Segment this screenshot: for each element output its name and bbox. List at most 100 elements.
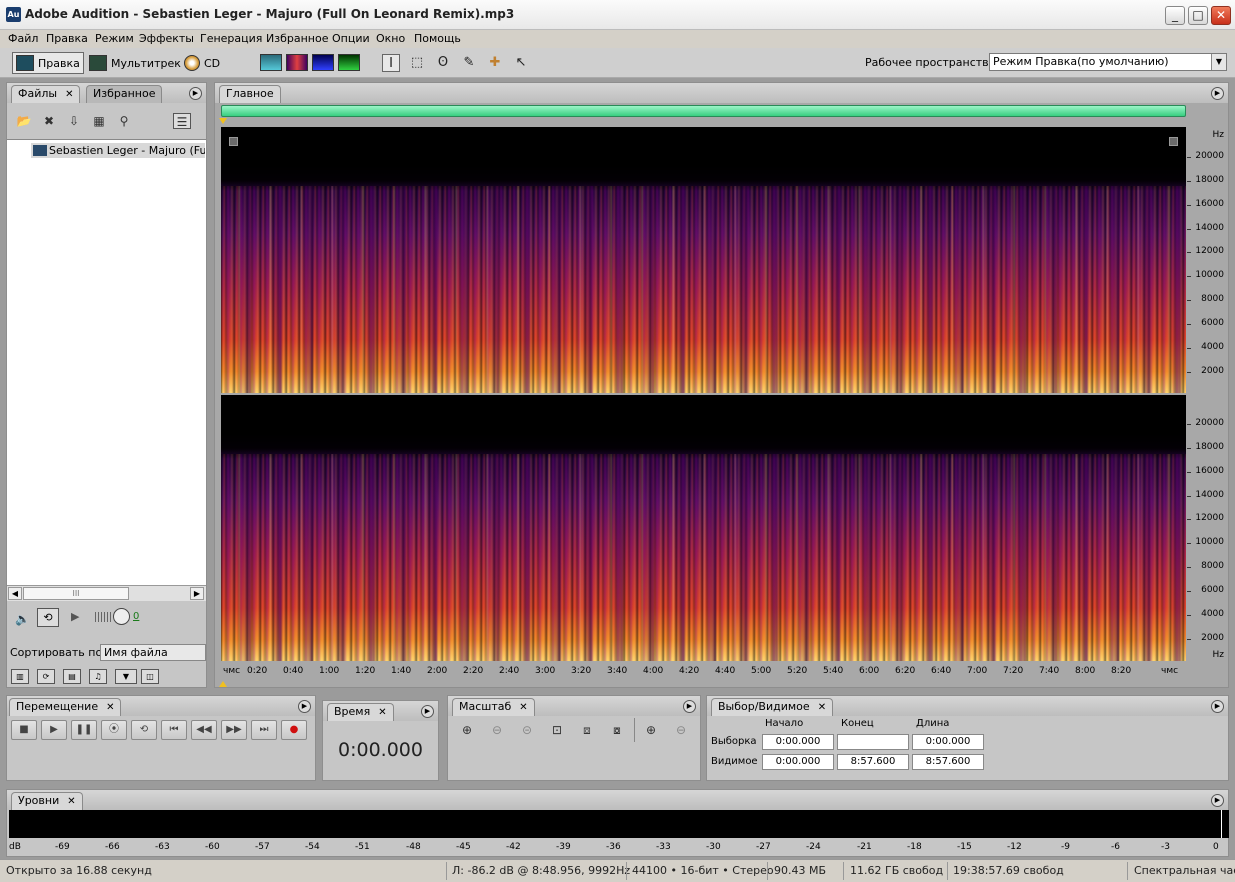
scroll-right-icon[interactable]: ▶ bbox=[190, 587, 204, 600]
view-end-field[interactable]: 8:57.600 bbox=[837, 754, 909, 770]
scroll-left-icon[interactable]: ◀ bbox=[8, 587, 22, 600]
show-options-icon[interactable]: ☰ bbox=[173, 113, 191, 129]
time-ruler[interactable]: чмс 0:20 0:40 1:00 1:20 1:40 2:00 2:20 2… bbox=[221, 663, 1186, 681]
import-icon[interactable]: ⇩ bbox=[65, 113, 83, 129]
menu-file[interactable]: Файл bbox=[8, 32, 38, 45]
panel-menu-icon[interactable]: ▶ bbox=[1211, 794, 1224, 807]
panel-menu-icon[interactable]: ▶ bbox=[298, 700, 311, 713]
fast-forward-button[interactable]: ▶▶ bbox=[221, 720, 247, 740]
go-to-end-button[interactable]: ⏭ bbox=[251, 720, 277, 740]
insert-icon[interactable]: ▦ bbox=[90, 113, 108, 129]
go-to-start-button[interactable]: ⏮ bbox=[161, 720, 187, 740]
speaker-icon[interactable]: 🔈 bbox=[15, 612, 30, 626]
pause-button[interactable]: ❚❚ bbox=[71, 720, 97, 740]
playhead-bottom-marker-icon[interactable] bbox=[219, 681, 227, 687]
tab-zoom[interactable]: Масштаб ✕ bbox=[452, 698, 535, 716]
fade-in-handle-icon[interactable] bbox=[229, 137, 238, 146]
sort-select[interactable]: Имя файла bbox=[100, 644, 206, 661]
loop-button[interactable]: ⟲ bbox=[131, 720, 157, 740]
play-preview-icon[interactable]: ▶ bbox=[71, 610, 79, 623]
menu-favorites[interactable]: Избранное bbox=[266, 32, 328, 45]
close-icon[interactable]: ✕ bbox=[106, 702, 114, 713]
workspace-select[interactable]: Режим Правка(по умолчанию) ▼ bbox=[989, 53, 1227, 71]
filter-audio-icon[interactable]: ▥ bbox=[11, 669, 29, 684]
zoom-to-selection-icon[interactable]: ⊡ bbox=[546, 720, 568, 740]
waveform-display-button[interactable] bbox=[260, 54, 282, 71]
selection-end-field[interactable] bbox=[837, 734, 909, 750]
tab-time[interactable]: Время ✕ bbox=[327, 703, 394, 721]
phase-display-button[interactable] bbox=[338, 54, 360, 71]
stop-button[interactable]: ■ bbox=[11, 720, 37, 740]
tab-transport[interactable]: Перемещение ✕ bbox=[9, 698, 122, 716]
edit-file-icon[interactable]: ⚲ bbox=[115, 113, 133, 129]
spectral-pan-display-button[interactable] bbox=[312, 54, 334, 71]
hybrid-tool-icon[interactable]: ↖ bbox=[512, 54, 530, 72]
record-button[interactable]: ● bbox=[281, 720, 307, 740]
filter-funnel-icon[interactable]: ▼ bbox=[115, 669, 137, 684]
volume-knob[interactable] bbox=[113, 608, 130, 625]
close-file-icon[interactable]: ✖ bbox=[40, 113, 58, 129]
marquee-tool-icon[interactable]: ⬚ bbox=[408, 54, 426, 72]
close-icon[interactable]: ✕ bbox=[378, 707, 386, 718]
selection-length-field[interactable]: 0:00.000 bbox=[912, 734, 984, 750]
panel-menu-icon[interactable]: ▶ bbox=[1211, 87, 1224, 100]
panel-menu-icon[interactable]: ▶ bbox=[189, 87, 202, 100]
zoom-in-horizontal-icon[interactable]: ⊕ bbox=[456, 720, 478, 740]
spectrogram-right-channel[interactable] bbox=[221, 395, 1186, 661]
zoom-out-full-icon[interactable]: ⊝ bbox=[516, 720, 538, 740]
zoom-to-right-edge-icon[interactable]: ⧇ bbox=[606, 720, 628, 740]
panel-menu-icon[interactable]: ▶ bbox=[683, 700, 696, 713]
zoom-out-vertical-icon[interactable]: ⊖ bbox=[670, 720, 692, 740]
edit-view-button[interactable]: Правка bbox=[12, 52, 84, 74]
level-meter-clip-indicator[interactable] bbox=[1221, 810, 1229, 838]
files-horizontal-scrollbar[interactable]: ◀ III ▶ bbox=[7, 585, 206, 601]
brush-tool-icon[interactable]: ✎ bbox=[460, 54, 478, 72]
spot-healing-icon[interactable]: ✚ bbox=[486, 54, 504, 72]
filter-midi-icon[interactable]: ♫ bbox=[89, 669, 107, 684]
cd-view-button[interactable]: CD bbox=[180, 52, 224, 74]
scroll-thumb[interactable]: III bbox=[23, 587, 129, 600]
close-icon[interactable]: ✕ bbox=[67, 796, 75, 807]
multitrack-view-button[interactable]: Мультитрек bbox=[85, 52, 185, 74]
filter-loop-icon[interactable]: ⟳ bbox=[37, 669, 55, 684]
menu-view[interactable]: Режим bbox=[95, 32, 134, 45]
view-start-field[interactable]: 0:00.000 bbox=[762, 754, 834, 770]
time-selection-tool-icon[interactable]: I bbox=[382, 54, 400, 72]
fade-out-handle-icon[interactable] bbox=[1169, 137, 1178, 146]
open-file-icon[interactable]: 📂 bbox=[15, 113, 33, 129]
tab-selection-view[interactable]: Выбор/Видимое ✕ bbox=[711, 698, 834, 716]
maximize-button[interactable]: □ bbox=[1188, 6, 1208, 25]
spectrogram-left-channel[interactable] bbox=[221, 127, 1186, 393]
tab-levels[interactable]: Уровни ✕ bbox=[11, 792, 83, 810]
zoom-out-horizontal-icon[interactable]: ⊖ bbox=[486, 720, 508, 740]
playhead-marker-icon[interactable] bbox=[219, 118, 227, 124]
tab-main[interactable]: Главное bbox=[219, 85, 281, 103]
loop-icon[interactable]: ⟲ bbox=[37, 608, 59, 627]
play-from-cursor-button[interactable]: ⦿ bbox=[101, 720, 127, 740]
volume-value[interactable]: 0 bbox=[133, 611, 139, 622]
chevron-down-icon[interactable]: ▼ bbox=[1211, 54, 1226, 70]
zoom-to-left-edge-icon[interactable]: ⧈ bbox=[576, 720, 598, 740]
overview-zoom-bar[interactable] bbox=[221, 105, 1186, 117]
menu-edit[interactable]: Правка bbox=[46, 32, 88, 45]
zoom-in-vertical-icon[interactable]: ⊕ bbox=[640, 720, 662, 740]
menu-options[interactable]: Опции bbox=[332, 32, 370, 45]
panel-menu-icon[interactable]: ▶ bbox=[421, 705, 434, 718]
minimize-button[interactable]: _ bbox=[1165, 6, 1185, 25]
rewind-button[interactable]: ◀◀ bbox=[191, 720, 217, 740]
play-button[interactable]: ▶ bbox=[41, 720, 67, 740]
selection-start-field[interactable]: 0:00.000 bbox=[762, 734, 834, 750]
menu-help[interactable]: Помощь bbox=[414, 32, 461, 45]
tab-favorites[interactable]: Избранное bbox=[86, 85, 163, 103]
view-length-field[interactable]: 8:57.600 bbox=[912, 754, 984, 770]
list-item[interactable]: Sebastien Leger - Majuro (Full On Leonar… bbox=[31, 143, 205, 158]
menu-generate[interactable]: Генерация bbox=[200, 32, 262, 45]
close-icon[interactable]: ✕ bbox=[519, 702, 527, 713]
menu-window[interactable]: Окно bbox=[376, 32, 405, 45]
spectral-display-button[interactable] bbox=[286, 54, 308, 71]
tab-files[interactable]: Файлы ✕ bbox=[11, 85, 81, 103]
close-icon[interactable]: ✕ bbox=[818, 702, 826, 713]
lasso-tool-icon[interactable]: ʘ bbox=[434, 54, 452, 72]
filter-clip-icon[interactable]: ◫ bbox=[141, 669, 159, 684]
panel-menu-icon[interactable]: ▶ bbox=[1211, 700, 1224, 713]
